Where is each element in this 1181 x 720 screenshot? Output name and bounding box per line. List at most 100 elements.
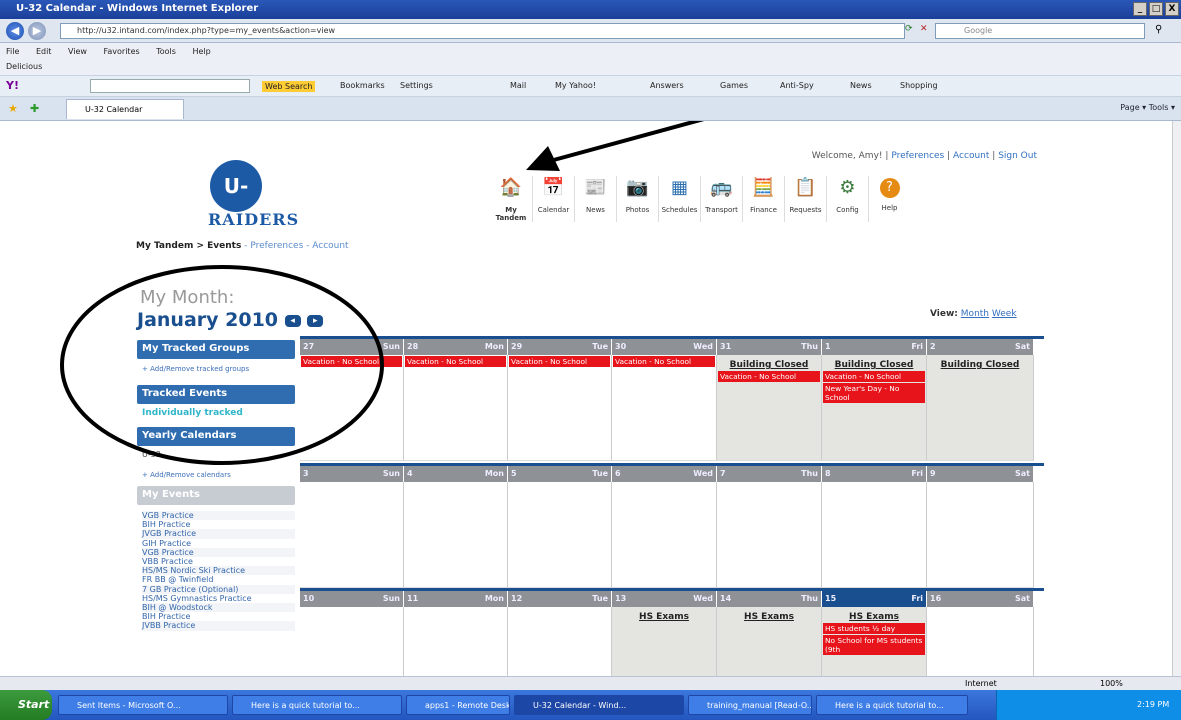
day-cell[interactable] — [717, 482, 822, 588]
menu-edit[interactable]: Edit — [36, 47, 52, 56]
add-remove-groups-link[interactable]: + Add/Remove tracked groups — [142, 365, 249, 373]
view-week-link[interactable]: Week — [992, 309, 1017, 319]
day-notice[interactable]: Building Closed — [717, 360, 821, 370]
menu-view[interactable]: View — [68, 47, 87, 56]
nav-config[interactable]: ⚙ Config — [826, 176, 868, 222]
calendar-event[interactable]: New Year's Day - No School — [823, 383, 925, 403]
menu-help[interactable]: Help — [192, 47, 210, 56]
day-header[interactable]: 11 Mon — [404, 591, 508, 607]
command-bar[interactable]: Page ▾ Tools ▾ — [1120, 103, 1175, 112]
day-header[interactable]: 13 Wed — [612, 591, 717, 607]
menu-tools[interactable]: Tools — [156, 47, 176, 56]
day-notice[interactable]: Building Closed — [927, 360, 1033, 370]
my-event-item[interactable]: BIH Practice — [142, 520, 295, 529]
add-favorite-icon[interactable]: ✚ — [30, 102, 39, 115]
day-cell[interactable]: Vacation - No School — [612, 355, 717, 461]
toolbar-my-yahoo[interactable]: My Yahoo! — [555, 81, 596, 90]
clock[interactable]: 2:19 PM — [1137, 700, 1169, 709]
day-header[interactable]: 3 Sun — [300, 466, 404, 482]
day-cell[interactable]: Building Closed Vacation - No School New Y… — [822, 355, 927, 461]
my-events-header[interactable]: My Events — [137, 486, 295, 505]
day-cell[interactable] — [404, 607, 508, 676]
breadcrumb-account[interactable]: Account — [312, 241, 348, 251]
my-event-item[interactable]: VBB Practice — [142, 557, 295, 566]
preferences-link[interactable]: Preferences — [891, 151, 944, 161]
my-event-item[interactable]: HS/MS Nordic Ski Practice — [142, 566, 295, 576]
day-cell[interactable] — [927, 482, 1034, 588]
taskbar-item-remote-desktop[interactable]: apps1 - Remote Desktop — [406, 695, 510, 715]
my-event-item[interactable]: BIH Practice — [142, 612, 295, 621]
calendar-event[interactable]: HS students ½ day — [823, 623, 925, 634]
toolbar-games[interactable]: Games — [720, 81, 748, 90]
day-notice[interactable]: HS Exams — [822, 612, 926, 622]
search-icon[interactable]: ⚲ — [1155, 24, 1162, 35]
stop-icon[interactable]: ✕ — [920, 24, 928, 34]
day-header[interactable]: 16 Sat — [927, 591, 1034, 607]
calendar-event[interactable]: Vacation - No School — [718, 371, 820, 382]
tab-u32-calendar[interactable]: U-32 Calendar — [66, 99, 184, 119]
day-notice[interactable]: Building Closed — [822, 360, 926, 370]
day-header[interactable]: 10 Sun — [300, 591, 404, 607]
toolbar-answers[interactable]: Answers — [650, 81, 684, 90]
calendar-u32[interactable]: U-32 — [142, 450, 161, 459]
tracked-groups-header[interactable]: My Tracked Groups — [137, 340, 295, 359]
account-link[interactable]: Account — [953, 151, 989, 161]
day-cell[interactable]: Building Closed — [927, 355, 1034, 461]
calendar-event[interactable]: No School for MS students (9th — [823, 635, 925, 655]
calendar-event[interactable]: Vacation - No School — [613, 356, 715, 367]
day-notice[interactable]: HS Exams — [717, 612, 821, 622]
day-cell[interactable]: Vacation - No School — [508, 355, 612, 461]
forward-button[interactable]: ▶ — [28, 22, 46, 40]
taskbar-item-tutorial-2[interactable]: Here is a quick tutorial to... — [816, 695, 968, 715]
maximize-button[interactable]: □ — [1149, 2, 1163, 16]
add-remove-calendars-link[interactable]: + Add/Remove calendars — [142, 471, 231, 479]
day-header[interactable]: 5 Tue — [508, 466, 612, 482]
day-header[interactable]: 30 Wed — [612, 339, 717, 355]
yearly-calendars-header[interactable]: Yearly Calendars — [137, 427, 295, 446]
day-cell[interactable]: Vacation - No School — [404, 355, 508, 461]
yahoo-logo-icon[interactable]: Y! — [6, 79, 19, 92]
day-cell[interactable] — [612, 482, 717, 588]
taskbar-item-training-manual[interactable]: training_manual [Read-O... — [688, 695, 812, 715]
day-cell[interactable]: Building Closed Vacation - No School — [717, 355, 822, 461]
nav-transport[interactable]: 🚌 Transport — [700, 176, 742, 222]
next-month-button[interactable]: ▸ — [307, 314, 324, 327]
calendar-event[interactable]: Vacation - No School — [509, 356, 610, 367]
day-header[interactable]: 7 Thu — [717, 466, 822, 482]
back-button[interactable]: ◀ — [6, 22, 24, 40]
toolbar-mail[interactable]: Mail — [510, 81, 526, 90]
nav-news[interactable]: 📰 News — [574, 176, 616, 222]
url-field[interactable]: http://u32.intand.com/index.php?type=my_… — [60, 23, 905, 39]
my-event-item[interactable]: VGB Practice — [142, 511, 295, 521]
day-header[interactable]: 8 Fri — [822, 466, 927, 482]
my-event-item[interactable]: JVBB Practice — [142, 621, 295, 631]
web-search-button[interactable]: Web Search — [262, 81, 316, 92]
toolbar-antispy[interactable]: Anti-Spy — [780, 81, 814, 90]
sign-out-link[interactable]: Sign Out — [998, 151, 1037, 161]
toolbar-bookmarks[interactable]: Bookmarks — [340, 81, 385, 90]
menu-favorites[interactable]: Favorites — [104, 47, 140, 56]
minimize-button[interactable]: _ — [1133, 2, 1147, 16]
taskbar-item-tutorial-1[interactable]: Here is a quick tutorial to... — [232, 695, 402, 715]
day-header[interactable]: 29 Tue — [508, 339, 612, 355]
day-header[interactable]: 27 Sun — [300, 339, 404, 355]
day-cell[interactable] — [927, 607, 1034, 676]
search-input[interactable]: Google — [935, 23, 1145, 39]
my-event-item[interactable]: GIH Practice — [142, 539, 295, 548]
toolbar-shopping[interactable]: Shopping — [900, 81, 938, 90]
my-event-item[interactable]: HS/MS Gymnastics Practice — [142, 594, 295, 603]
nav-my-tandem[interactable]: 🏠 My Tandem — [490, 176, 532, 222]
favorites-star-icon[interactable]: ★ — [8, 102, 18, 115]
taskbar-item-outlook[interactable]: Sent Items - Microsoft O... — [58, 695, 228, 715]
my-event-item[interactable]: VGB Practice — [142, 547, 295, 558]
day-cell[interactable] — [822, 482, 927, 588]
day-cell[interactable]: HS Exams — [612, 607, 717, 676]
day-cell[interactable] — [508, 607, 612, 676]
taskbar-item-u32-calendar[interactable]: U-32 Calendar - Wind... — [514, 695, 684, 715]
day-header[interactable]: 1 Fri — [822, 339, 927, 355]
my-event-item[interactable]: FR BB @ Twinfield — [142, 575, 295, 584]
nav-photos[interactable]: 📷 Photos — [616, 176, 658, 222]
vertical-scrollbar[interactable] — [1172, 121, 1181, 676]
day-cell[interactable]: HS Exams HS students ½ day No School for M… — [822, 607, 927, 676]
day-notice[interactable]: HS Exams — [612, 612, 716, 622]
